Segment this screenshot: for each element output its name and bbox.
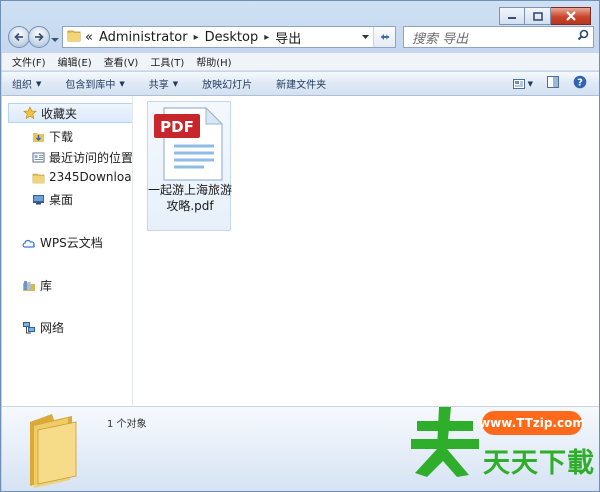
back-arrow-icon bbox=[14, 32, 23, 42]
pdf-badge-text: PDF bbox=[160, 118, 194, 136]
chevron-down-icon bbox=[361, 35, 369, 39]
organize-button[interactable]: 组织 ▼ bbox=[12, 76, 42, 92]
explorer-window: « Administrator ▸ Desktop ▸ 导出 搜索 导出 文件(… bbox=[0, 0, 600, 492]
forward-button[interactable] bbox=[28, 26, 50, 48]
window-controls bbox=[499, 7, 591, 25]
maximize-button[interactable] bbox=[525, 7, 551, 25]
search-placeholder: 搜索 导出 bbox=[412, 31, 469, 47]
breadcrumb-administrator[interactable]: Administrator bbox=[99, 30, 188, 45]
breadcrumb-overflow[interactable]: « bbox=[85, 30, 93, 45]
breadcrumb: Administrator ▸ Desktop ▸ 导出 bbox=[99, 28, 301, 47]
refresh-icon bbox=[380, 34, 389, 40]
file-item[interactable]: PDF 一起游上海旅游攻略.pdf bbox=[147, 101, 233, 231]
file-name: 一起游上海旅游攻略.pdf bbox=[148, 183, 233, 213]
watermark-tian-logo bbox=[411, 407, 479, 477]
star-icon bbox=[23, 106, 37, 120]
nav-wps-cloud[interactable]: WPS云文档 bbox=[22, 234, 103, 251]
cloud-icon bbox=[22, 239, 35, 248]
new-folder-button[interactable]: 新建文件夹 bbox=[276, 76, 326, 91]
slideshow-button[interactable]: 放映幻灯片 bbox=[202, 76, 252, 91]
navigation-pane: 收藏夹 下载 最近访问的位置 2345Downloads 桌面 WPS云文档 bbox=[2, 96, 133, 406]
pdf-file-icon: PDF bbox=[152, 106, 228, 185]
chevron-down-icon: ▼ bbox=[36, 79, 42, 88]
content-area: 收藏夹 下载 最近访问的位置 2345Downloads 桌面 WPS云文档 bbox=[2, 96, 599, 406]
command-bar: 组织 ▼ 包含到库中 ▼ 共享 ▼ 放映幻灯片 新建文件夹 ▼ ? bbox=[2, 72, 599, 96]
nav-network-label: 网络 bbox=[40, 321, 65, 335]
menu-file[interactable]: 文件(F) bbox=[12, 54, 46, 69]
menu-edit[interactable]: 编辑(E) bbox=[58, 54, 92, 69]
chevron-down-icon: ▼ bbox=[527, 79, 533, 88]
file-list: PDF 一起游上海旅游攻略.pdf bbox=[134, 96, 599, 406]
nav-item-label: 下载 bbox=[49, 130, 74, 144]
nav-item-desktop[interactable]: 桌面 bbox=[32, 191, 73, 208]
svg-text:?: ? bbox=[577, 78, 583, 89]
nav-item-label: 桌面 bbox=[49, 193, 74, 207]
menu-help[interactable]: 帮助(H) bbox=[196, 54, 231, 69]
minimize-icon bbox=[508, 17, 516, 19]
nav-item-2345downloads[interactable]: 2345Downloads bbox=[32, 170, 132, 184]
desktop-icon bbox=[33, 195, 44, 205]
folder-icon bbox=[67, 28, 81, 46]
nav-item-label: 2345Downloads bbox=[49, 170, 132, 184]
search-icon[interactable] bbox=[577, 29, 589, 45]
search-input[interactable]: 搜索 导出 bbox=[403, 26, 594, 48]
preview-pane-icon bbox=[547, 76, 559, 88]
close-icon bbox=[565, 11, 576, 21]
network-icon bbox=[23, 322, 35, 334]
nav-network[interactable]: 网络 bbox=[22, 319, 64, 336]
nav-favorites[interactable]: 收藏夹 bbox=[8, 103, 132, 123]
forward-arrow-icon bbox=[35, 32, 44, 42]
menu-view[interactable]: 查看(V) bbox=[104, 54, 139, 69]
breadcrumb-export[interactable]: 导出 bbox=[275, 28, 301, 47]
breadcrumb-separator-icon[interactable]: ▸ bbox=[264, 32, 269, 43]
large-folder-icon bbox=[24, 410, 92, 491]
view-icon bbox=[512, 78, 525, 89]
view-controls: ▼ ? bbox=[512, 75, 587, 92]
help-button[interactable]: ? bbox=[573, 75, 587, 92]
chevron-down-icon bbox=[51, 38, 59, 42]
breadcrumb-desktop[interactable]: Desktop bbox=[205, 30, 259, 45]
share-button[interactable]: 共享 ▼ bbox=[148, 76, 179, 92]
address-bar[interactable]: « Administrator ▸ Desktop ▸ 导出 bbox=[62, 26, 396, 48]
nav-item-downloads[interactable]: 下载 bbox=[32, 128, 73, 145]
menu-bar: 文件(F) 编辑(E) 查看(V) 工具(T) 帮助(H) bbox=[2, 53, 599, 71]
menu-tools[interactable]: 工具(T) bbox=[150, 54, 184, 69]
share-label: 共享 bbox=[148, 80, 169, 91]
watermark-text: 天天下載 bbox=[483, 448, 595, 479]
watermark-url: www.TTzip.com bbox=[479, 411, 585, 435]
refresh-button[interactable] bbox=[373, 27, 395, 47]
item-count: 1 个对象 bbox=[107, 419, 147, 430]
folder-icon bbox=[32, 173, 45, 183]
watermark-logo: www.TTzip.com 天天下載 bbox=[407, 403, 597, 483]
maximize-icon bbox=[532, 11, 543, 21]
include-in-library-button[interactable]: 包含到库中 ▼ bbox=[65, 76, 125, 92]
nav-libraries[interactable]: 库 bbox=[22, 277, 52, 294]
address-actions bbox=[357, 27, 395, 47]
library-icon bbox=[23, 281, 35, 291]
organize-label: 组织 bbox=[12, 80, 32, 91]
help-icon: ? bbox=[573, 75, 587, 89]
recent-places-icon bbox=[32, 152, 45, 163]
nav-libraries-label: 库 bbox=[40, 279, 53, 293]
preview-pane-button[interactable] bbox=[547, 76, 559, 91]
close-button[interactable] bbox=[551, 7, 591, 25]
back-button[interactable] bbox=[8, 26, 30, 48]
address-history-dropdown[interactable] bbox=[357, 27, 373, 47]
nav-wps-cloud-label: WPS云文档 bbox=[40, 236, 103, 250]
breadcrumb-separator-icon[interactable]: ▸ bbox=[194, 32, 199, 43]
nav-item-recent-places[interactable]: 最近访问的位置 bbox=[32, 149, 133, 166]
include-in-library-label: 包含到库中 bbox=[65, 80, 116, 91]
recent-pages-dropdown[interactable] bbox=[51, 33, 59, 46]
change-view-button[interactable]: ▼ bbox=[512, 78, 533, 89]
nav-favorites-label: 收藏夹 bbox=[41, 106, 78, 121]
minimize-button[interactable] bbox=[499, 7, 525, 25]
downloads-folder-icon bbox=[33, 133, 44, 142]
chevron-down-icon: ▼ bbox=[172, 79, 179, 88]
nav-item-label: 最近访问的位置 bbox=[49, 151, 133, 165]
chevron-down-icon: ▼ bbox=[119, 79, 125, 88]
